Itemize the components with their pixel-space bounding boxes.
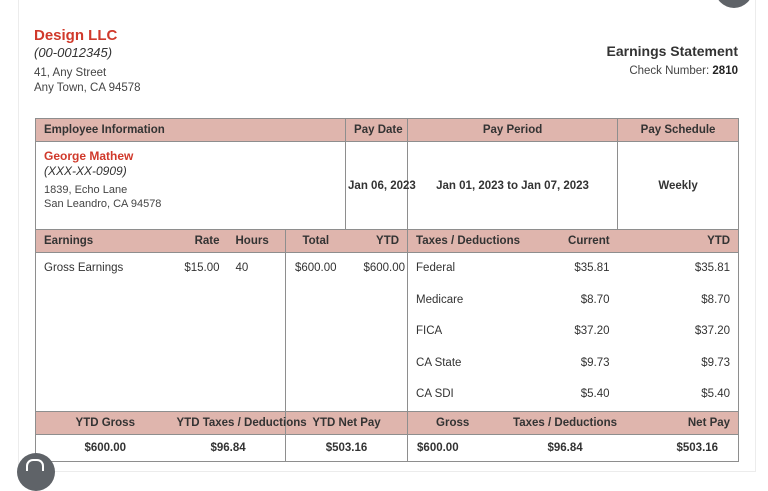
check-number-line: Check Number: 2810 [629, 65, 738, 77]
deduction-names-cell: Federal Medicare FICA CA State CA SDI [407, 252, 513, 412]
employee-address: 1839, Echo Lane San Leandro, CA 94578 [44, 183, 337, 211]
taxes-header: Taxes / Deductions [407, 229, 520, 253]
ytd-gross-value: $600.00 [35, 433, 175, 462]
info-values-row: George Mathew (XXX-XX-0909) 1839, Echo L… [34, 141, 740, 230]
hours-header: Hours [227, 229, 286, 253]
gross-earnings-label: Gross Earnings [44, 262, 124, 274]
employee-address-line1: 1839, Echo Lane [44, 184, 128, 196]
deduction-ytd: $8.70 [701, 293, 731, 306]
deduction-ytd: $37.20 [694, 325, 731, 338]
deduction-ytd: $35.81 [694, 262, 731, 274]
info-header-row: Employee Information Pay Date Pay Period… [34, 118, 740, 142]
pay-date-value: Jan 06, 2023 [345, 141, 416, 230]
statement-title: Earnings Statement [606, 43, 738, 59]
rate-value: $15.00 [184, 262, 220, 274]
pay-period-header: Pay Period [407, 118, 619, 142]
ytd-taxes-value: $96.84 [174, 433, 286, 462]
company-address-line1: 41, Any Street [34, 67, 107, 79]
gross-value: $600.00 [407, 433, 513, 462]
current-header: Current [512, 229, 618, 253]
check-number-value: 2810 [712, 65, 738, 77]
hours-value: 40 [235, 262, 249, 274]
rate-cell: $15.00 [174, 252, 228, 412]
employee-info-cell: George Mathew (XXX-XX-0909) 1839, Echo L… [34, 141, 347, 230]
earnings-label-cell: Gross Earnings [35, 252, 175, 412]
pay-period-value: Jan 01, 2023 to Jan 07, 2023 [407, 141, 619, 230]
hours-cell: 40 [227, 252, 286, 412]
deduction-name: CA SDI [416, 388, 454, 401]
earnings-ytd-header: YTD [345, 229, 409, 253]
check-number-label: Check Number: [629, 65, 710, 77]
ytd-net-pay-value: $503.16 [284, 433, 409, 462]
company-address: 41, Any Street Any Town, CA 94578 [34, 66, 141, 96]
pay-date-header: Pay Date [345, 118, 409, 142]
deduction-ytd-cell: $35.81 $8.70 $37.20 $9.73 $5.40 [617, 252, 740, 412]
ytd-taxes-header: YTD Taxes / Deductions [174, 410, 307, 435]
total-value: $600.00 [294, 262, 337, 274]
deduction-current-cell: $35.81 $8.70 $37.20 $9.73 $5.40 [512, 252, 618, 412]
lock-icon [26, 459, 44, 471]
taxes-deductions-value: $96.84 [512, 433, 618, 462]
deduction-ytd: $9.73 [701, 356, 731, 369]
total-cell: $600.00 [284, 252, 346, 412]
taxes-deductions-header: Taxes / Deductions [512, 410, 618, 435]
summary-header-row: YTD Gross YTD Taxes / Deductions YTD Net… [35, 410, 740, 435]
deduction-current: $5.40 [580, 388, 610, 401]
deduction-current: $37.20 [574, 325, 610, 338]
company-name: Design LLC [34, 27, 118, 44]
summary-values-row: $600.00 $96.84 $503.16 $600.00 $96.84 $5… [35, 433, 740, 462]
employee-name: George Mathew [44, 149, 134, 163]
company-id: (00-0012345) [34, 45, 113, 60]
earnings-header: Earnings [35, 229, 175, 253]
gross-header: Gross [407, 410, 513, 435]
earnings-header-row: Earnings Rate Hours Total YTD Taxes / De… [35, 229, 740, 253]
employee-ssn: (XXX-XX-0909) [44, 164, 127, 178]
earnings-ytd-value: $600.00 [363, 262, 406, 274]
deduction-name: CA State [416, 356, 462, 369]
employee-info-header: Employee Information [34, 118, 347, 142]
rate-header: Rate [174, 229, 228, 253]
deduction-name: Medicare [416, 293, 464, 306]
floating-lock-button[interactable] [17, 453, 55, 491]
deduction-current: $35.81 [574, 262, 610, 274]
deduction-name: FICA [416, 325, 443, 338]
deduction-ytd: $5.40 [701, 388, 731, 401]
total-header: Total [284, 229, 346, 253]
deduction-name: Federal [416, 262, 456, 274]
net-pay-value: $503.16 [617, 433, 740, 462]
company-address-line2: Any Town, CA 94578 [34, 82, 141, 94]
deduction-current: $9.73 [580, 356, 610, 369]
employee-address-line2: San Leandro, CA 94578 [44, 198, 162, 210]
earnings-statement-table: Employee Information Pay Date Pay Period… [34, 118, 740, 462]
ytd-gross-header: YTD Gross [35, 410, 175, 435]
earnings-body-row: Gross Earnings $15.00 40 $600.00 $600.00… [35, 252, 740, 412]
pay-schedule-header: Pay Schedule [617, 118, 740, 142]
net-pay-header: Net Pay [617, 410, 740, 435]
deduction-current: $8.70 [580, 293, 610, 306]
pay-schedule-value: Weekly [617, 141, 740, 230]
earnings-ytd-cell: $600.00 [345, 252, 409, 412]
deductions-ytd-header: YTD [617, 229, 740, 253]
